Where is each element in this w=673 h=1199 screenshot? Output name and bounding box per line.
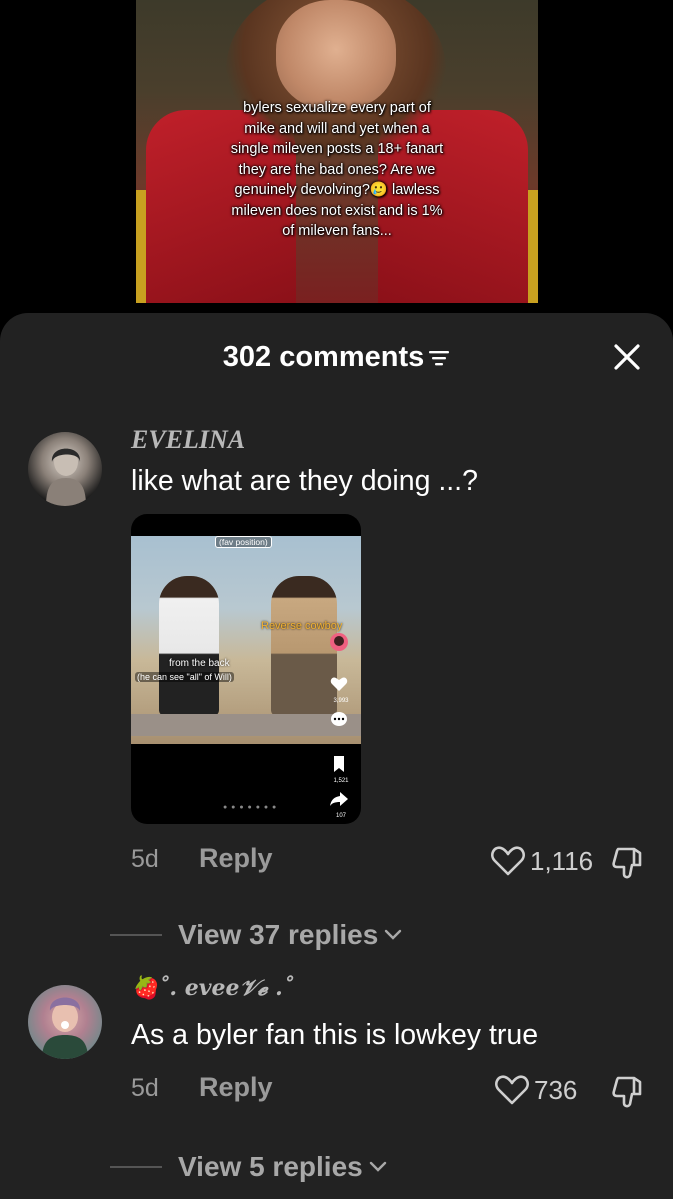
media-avatar-icon xyxy=(330,633,348,651)
comments-count-title: 302 comments xyxy=(222,341,425,373)
heart-icon xyxy=(491,846,525,876)
like-count: 1,116 xyxy=(530,845,594,876)
filter-icon[interactable] xyxy=(428,349,450,367)
avatar[interactable] xyxy=(28,985,102,1059)
video-preview[interactable]: bylers sexualize every part of mike and … xyxy=(136,0,538,303)
media-side-actions: 3,993 1,521 107 xyxy=(329,632,353,819)
close-icon[interactable] xyxy=(611,341,643,373)
comment-username[interactable]: 🍓˚. evee𝒱𝓮 .˚ xyxy=(131,975,294,1001)
heart-icon xyxy=(495,1075,529,1105)
comment-time: 5d xyxy=(131,845,159,873)
video-bg-face xyxy=(276,0,396,110)
media-pagination-dots: ● ● ● ● ● ● ● xyxy=(223,804,278,811)
like-button[interactable]: 1,116 xyxy=(490,845,593,877)
chevron-down-icon xyxy=(385,929,402,940)
comments-header: 302 comments xyxy=(0,341,673,381)
media-image xyxy=(131,536,361,744)
media-bookmark-icon xyxy=(334,756,344,772)
avatar-silhouette-icon xyxy=(46,448,86,506)
like-count: 736 xyxy=(534,1074,578,1105)
comment-media-attachment[interactable]: (fav position) Reverse cowboy from the b… xyxy=(131,514,361,824)
media-comment-icon xyxy=(331,712,347,726)
replies-divider xyxy=(110,934,162,936)
media-person-left xyxy=(159,576,219,716)
view-replies-button[interactable]: View 37 replies xyxy=(110,919,402,951)
media-stat-saves: 1,521 xyxy=(333,778,349,784)
reply-button[interactable]: Reply xyxy=(199,1072,273,1103)
media-stat-shares: 107 xyxy=(335,813,346,819)
media-stat-likes: 3,993 xyxy=(333,698,349,704)
comment-text: As a byler fan this is lowkey true xyxy=(131,1019,539,1051)
media-tag-he-can-see: (he can see "all" of Will) xyxy=(135,672,234,682)
media-share-icon xyxy=(330,792,348,806)
media-tag-top: (fav position) xyxy=(215,536,272,548)
media-tag-reverse-cowboy: Reverse cowboy xyxy=(261,620,343,632)
view-replies-label: View 5 replies xyxy=(178,1151,363,1182)
view-replies-label: View 37 replies xyxy=(178,919,379,950)
like-button[interactable]: 736 xyxy=(494,1074,577,1106)
video-caption: bylers sexualize every part of mike and … xyxy=(230,100,444,239)
comment-username[interactable]: EVELINA xyxy=(131,425,245,455)
media-person-right xyxy=(271,576,337,716)
dislike-icon[interactable] xyxy=(610,845,646,881)
comments-sheet: 302 comments EVELINA like what are they … xyxy=(0,313,673,1199)
replies-divider xyxy=(110,1166,162,1168)
view-replies-button[interactable]: View 5 replies xyxy=(110,1151,387,1183)
avatar[interactable] xyxy=(28,432,102,506)
chevron-down-icon xyxy=(369,1161,386,1172)
media-heart-icon xyxy=(330,677,348,691)
media-tag-from-the-back: from the back xyxy=(169,658,230,669)
avatar-silhouette-icon xyxy=(42,997,88,1059)
comment-text: like what are they doing ...? xyxy=(131,465,478,497)
comment-time: 5d xyxy=(131,1074,159,1102)
media-bench xyxy=(131,714,361,736)
reply-button[interactable]: Reply xyxy=(199,843,273,874)
dislike-icon[interactable] xyxy=(610,1074,646,1110)
